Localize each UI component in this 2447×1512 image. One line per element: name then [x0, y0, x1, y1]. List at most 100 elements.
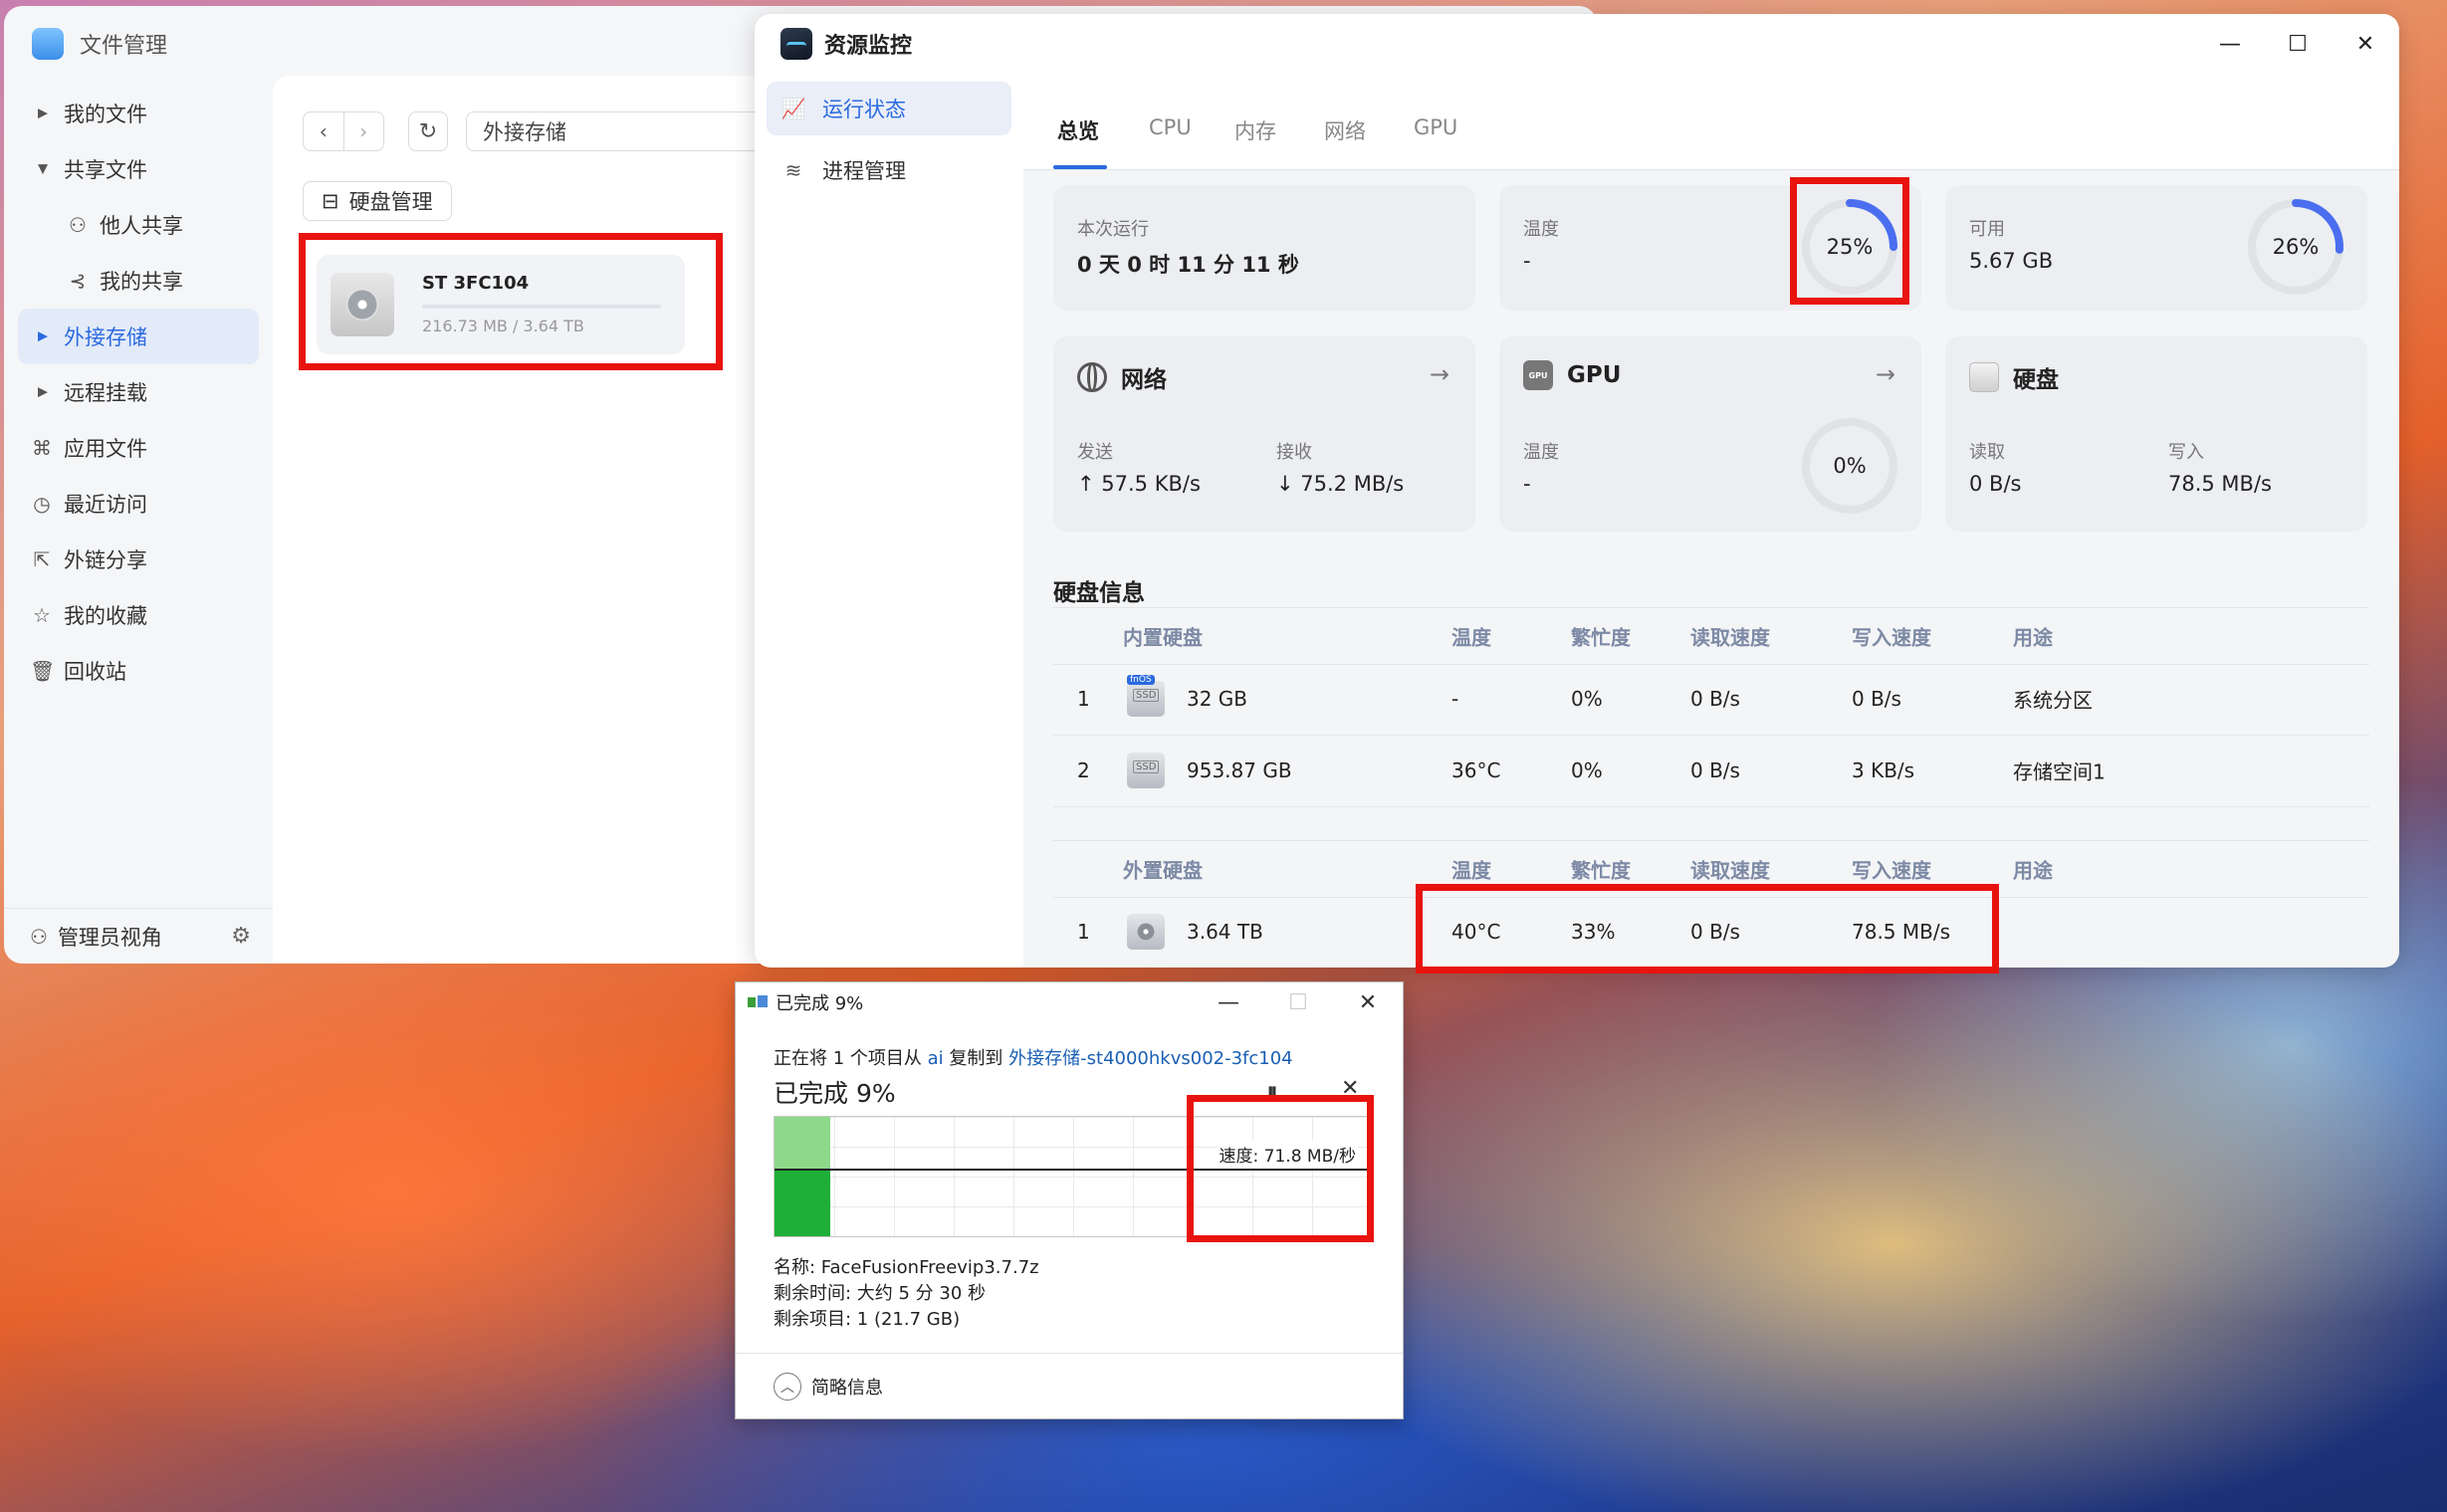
gpu-card[interactable]: GPU GPU → 温度 - 0% — [1499, 336, 1921, 532]
gpu-usage-text: 0% — [1833, 454, 1867, 478]
row-index: 1 — [1077, 687, 1090, 711]
sidebar-item-shared-files[interactable]: ▼ 共享文件 — [4, 141, 273, 197]
copy-source-link[interactable]: ai — [928, 1048, 944, 1069]
tab-network[interactable]: 网络 — [1324, 115, 1366, 145]
tab-cpu[interactable]: CPU — [1149, 115, 1192, 139]
minimize-button[interactable]: — — [1194, 982, 1263, 1022]
col-header-disk: 内置硬盘 — [1123, 625, 1203, 650]
sidebar-item-label: 外链分享 — [64, 548, 147, 572]
disk-manage-button[interactable]: ⊟ 硬盘管理 — [303, 181, 452, 221]
caret-right-icon: ▶ — [38, 328, 48, 344]
sidebar-item-label: 回收站 — [64, 660, 126, 684]
highlight-box-copy-speed — [1187, 1095, 1374, 1242]
refresh-button[interactable]: ↻ — [408, 111, 448, 151]
sidebar-item-favorites[interactable]: ☆ 我的收藏 — [4, 587, 273, 643]
sidebar-item-label: 外接存储 — [64, 325, 147, 349]
cpu-temp-label: 温度 — [1523, 219, 1559, 240]
back-button[interactable]: ‹ — [304, 112, 343, 150]
disk-write-value: 78.5 MB/s — [2168, 472, 2272, 496]
line-chart-icon: 📈 — [780, 97, 806, 120]
disk-card[interactable]: 硬盘 读取 0 B/s 写入 78.5 MB/s — [1945, 336, 2367, 532]
col-header-read: 读取速度 — [1690, 625, 1770, 650]
cpu-temp-value: - — [1523, 249, 1531, 273]
copy-source-line: 正在将 1 个项目从 ai 复制到 外接存储-st4000hkvs002-3fc… — [774, 1044, 1293, 1070]
sidebar-item-link-share[interactable]: ⇱ 外链分享 — [4, 532, 273, 587]
sidebar-item-app-files[interactable]: ⌘ 应用文件 — [4, 420, 273, 476]
memory-card[interactable]: 可用 5.67 GB 26% — [1945, 185, 2367, 311]
gpu-chip-icon: GPU — [1523, 360, 1553, 390]
sidebar-item-my-shares[interactable]: ⊰ 我的共享 — [4, 253, 273, 309]
less-info-toggle[interactable]: ︿ 简略信息 — [774, 1373, 883, 1401]
tab-overview[interactable]: 总览 — [1057, 115, 1099, 145]
disk-write: 3 KB/s — [1852, 758, 1915, 782]
sidebar-item-trash[interactable]: 🗑 回收站 — [4, 643, 273, 699]
ssd-icon: fnOS — [1127, 675, 1165, 717]
minimize-button[interactable]: — — [2196, 14, 2264, 74]
share-icon: ⊰ — [69, 269, 87, 293]
less-info-label: 简略信息 — [811, 1378, 883, 1399]
user-icon: ⚇ — [69, 213, 87, 237]
memory-usage-ring: 26% — [2244, 195, 2347, 299]
network-send-label: 发送 — [1077, 442, 1113, 463]
close-button[interactable]: ✕ — [1333, 982, 1403, 1022]
memory-usage-text: 26% — [2272, 235, 2320, 259]
nav-label: 运行状态 — [822, 98, 906, 121]
col-header-temp: 温度 — [1451, 625, 1491, 650]
layers-icon: ≋ — [784, 158, 802, 182]
copy-destination-link[interactable]: 外接存储-st4000hkvs002-3fc104 — [1008, 1048, 1293, 1069]
fnos-tag: fnOS — [1127, 675, 1155, 685]
sidebar-item-label: 他人共享 — [100, 214, 183, 238]
history-nav: ‹ › — [303, 111, 384, 151]
arrow-right-icon[interactable]: → — [1876, 360, 1895, 388]
nav-run-status[interactable]: 📈 运行状态 — [767, 82, 1011, 135]
gear-icon[interactable]: ⚙ — [231, 924, 251, 949]
chevron-up-icon: ︿ — [774, 1373, 801, 1401]
resource-monitor-window: 资源监控 — ☐ ✕ 📈 运行状态 ≋ 进程管理 总览 CPU 内存 网络 GP… — [755, 14, 2399, 968]
sidebar-item-shared-by-others[interactable]: ⚇ 他人共享 — [4, 197, 273, 253]
admin-view-bar[interactable]: ⚇ 管理员视角 ⚙ — [4, 908, 273, 964]
highlight-box-external-disk — [1416, 884, 1999, 973]
forward-button[interactable]: › — [342, 112, 384, 150]
sidebar-item-remote-mount[interactable]: ▶ 远程挂载 — [4, 364, 273, 420]
tab-memory[interactable]: 内存 — [1234, 115, 1276, 145]
disk-read: 0 B/s — [1690, 758, 1740, 782]
hdd-icon — [1969, 362, 1999, 392]
disk-read: 0 B/s — [1690, 687, 1740, 711]
col-header-disk: 外置硬盘 — [1123, 858, 1203, 883]
row-index: 2 — [1077, 758, 1090, 782]
hdd-icon-shape — [1127, 914, 1165, 950]
globe-icon — [1077, 362, 1107, 392]
sidebar-item-my-files[interactable]: ▶ 我的文件 — [4, 86, 273, 141]
table-header-row: 内置硬盘 温度 繁忙度 读取速度 写入速度 用途 — [1053, 607, 2369, 665]
sidebar-item-recent[interactable]: ◷ 最近访问 — [4, 476, 273, 532]
row-index: 1 — [1077, 920, 1090, 944]
ssd-icon-shape — [1127, 753, 1165, 788]
table-row[interactable]: 1 fnOS 32 GB - 0% 0 B/s 0 B/s 系统分区 — [1053, 663, 2369, 736]
ssd-icon-shape: fnOS — [1127, 675, 1165, 717]
network-card[interactable]: 网络 → 发送 ↑ 57.5 KB/s 接收 ↓ 75.2 MB/s — [1053, 336, 1475, 532]
disk-write: 0 B/s — [1852, 687, 1901, 711]
file-manager-sidebar: ▶ 我的文件 ▼ 共享文件 ⚇ 他人共享 ⊰ 我的共享 ▶ 外接存储 ▶ 远程挂… — [4, 86, 273, 699]
network-card-header: 网络 — [1077, 360, 1167, 394]
close-button[interactable]: ✕ — [2332, 14, 2399, 74]
uptime-label: 本次运行 — [1077, 219, 1149, 240]
file-manager-titlebar: 文件管理 — [32, 28, 167, 60]
copy-icon — [748, 995, 768, 1009]
disk-read-value: 0 B/s — [1969, 472, 2022, 496]
copy-from-prefix: 正在将 1 个项目从 — [774, 1048, 922, 1069]
monitor-logo-icon — [780, 28, 812, 60]
copy-dialog-titlebar: 已完成 9% — ☐ ✕ — [736, 982, 1403, 1022]
gpu-card-header: GPU GPU — [1523, 360, 1621, 390]
disk-info-title: 硬盘信息 — [1053, 580, 1145, 606]
highlight-box-cpu-usage — [1790, 177, 1909, 305]
sidebar-item-external-storage[interactable]: ▶ 外接存储 — [18, 309, 259, 364]
apps-icon: ⌘ — [32, 436, 52, 460]
external-link-icon: ⇱ — [33, 547, 51, 571]
arrow-right-icon[interactable]: → — [1430, 360, 1449, 388]
tab-gpu[interactable]: GPU — [1414, 115, 1457, 139]
nav-process-manage[interactable]: ≋ 进程管理 — [767, 143, 1011, 197]
maximize-button[interactable]: ☐ — [2264, 14, 2332, 74]
disk-busy: 0% — [1571, 758, 1603, 782]
table-row[interactable]: 2 953.87 GB 36°C 0% 0 B/s 3 KB/s 存储空间1 — [1053, 735, 2369, 807]
window-controls: — ☐ ✕ — [2196, 14, 2399, 74]
